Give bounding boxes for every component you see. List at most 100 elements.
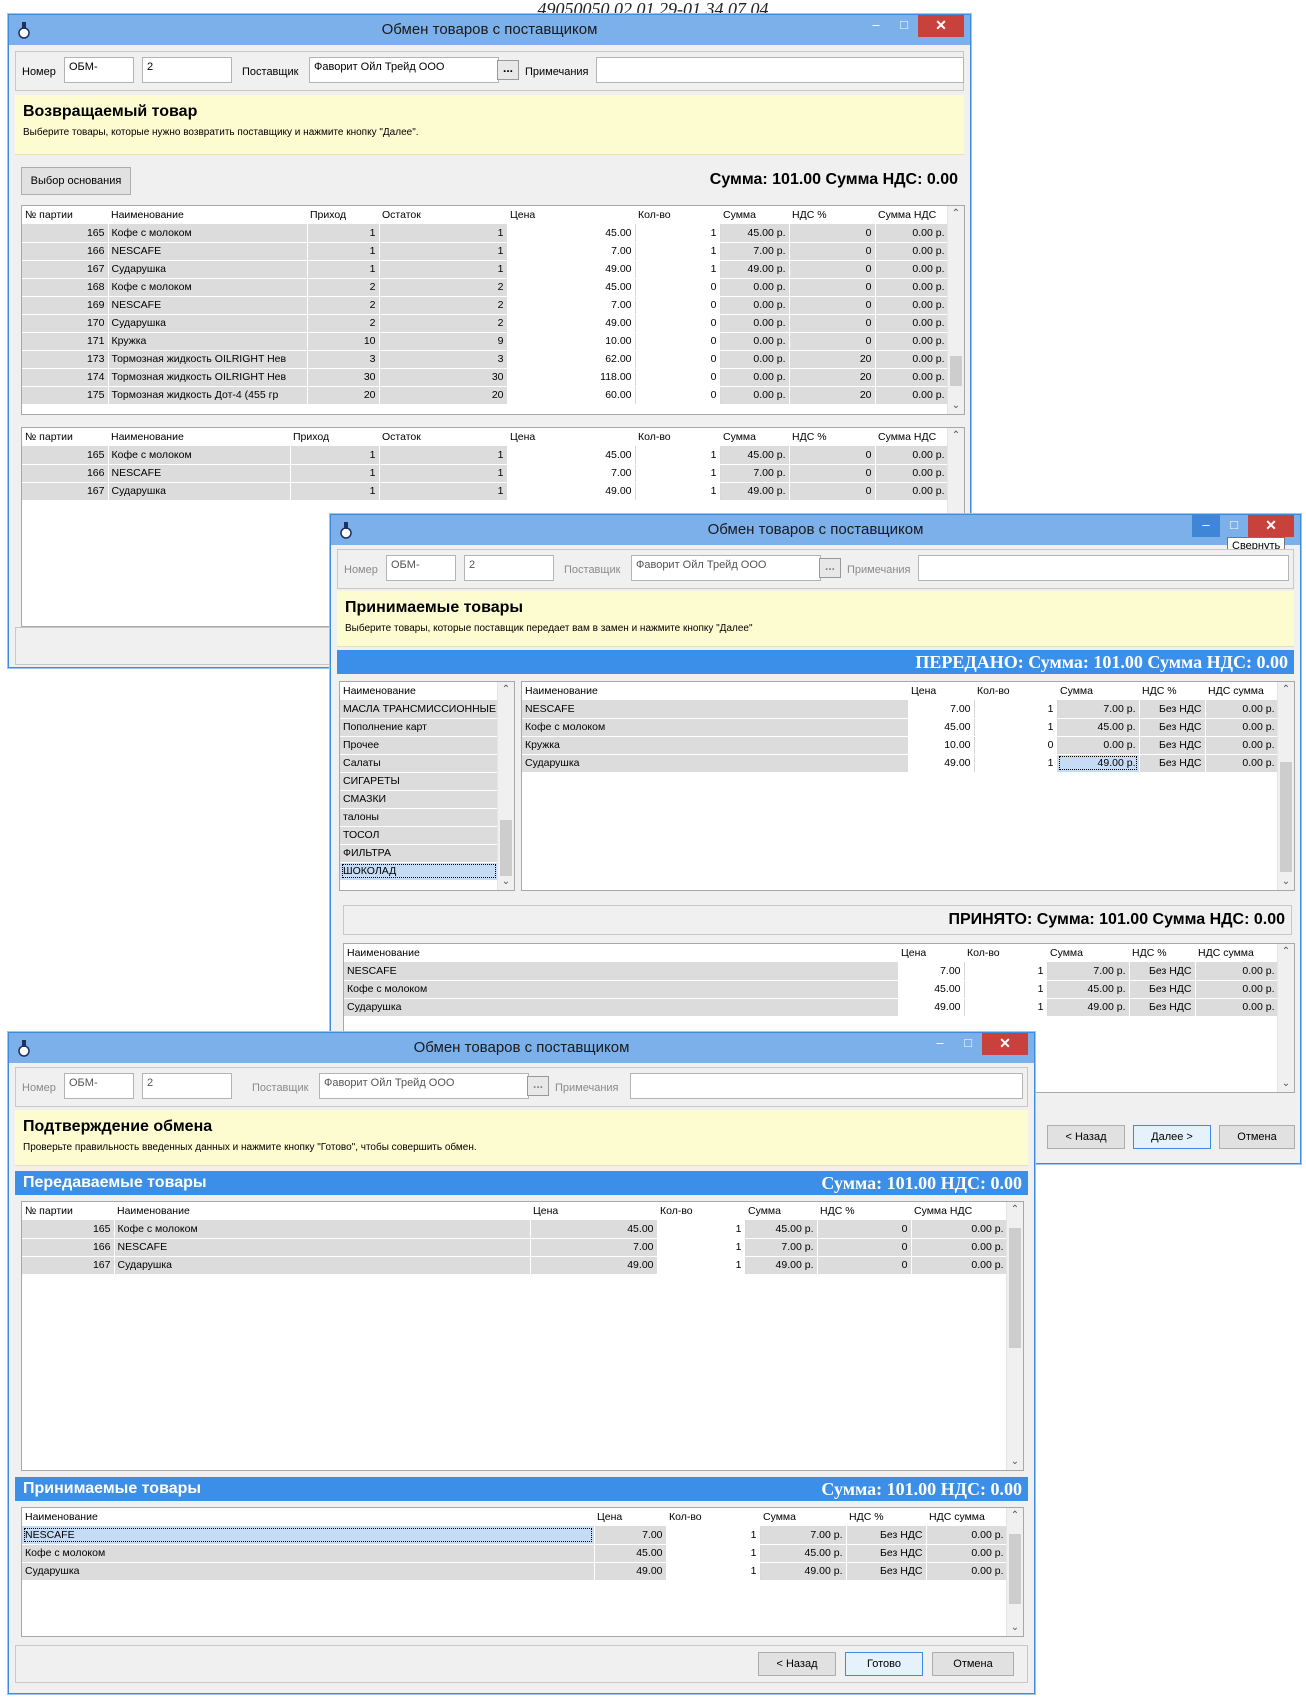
column-header[interactable]: Наименование [108,428,290,446]
table-cell[interactable]: 62.00 [507,350,636,369]
table-cell[interactable]: Без НДС [1129,962,1196,981]
table-cell[interactable]: 1 [964,980,1048,999]
column-header[interactable]: Сумма [745,1202,817,1220]
table-cell[interactable]: Без НДС [1139,718,1206,737]
table-cell[interactable]: 0.00 р. [875,242,949,261]
table-row[interactable]: 165 Кофе с молоком 45.00 1 45.00 р. 0 0.00 р. [22,1220,1008,1239]
column-header[interactable]: Наименование [344,944,898,962]
scroll-thumb[interactable] [1009,1534,1021,1604]
table-cell[interactable]: 7.00 [507,464,636,483]
table-cell[interactable]: Кофе с молоком [108,278,308,297]
table-row[interactable]: 175 Тормозная жидкость Дот-4 (455 гр 20 20 6… [22,386,949,405]
table-cell[interactable]: 49.00 [908,754,975,773]
table-cell[interactable]: 0 [789,446,876,465]
table-cell[interactable]: 0.00 р. [911,1238,1008,1257]
table-cell[interactable]: 0.00 р. [1205,736,1279,755]
table-row[interactable]: 165 Кофе с молоком 1 1 45.00 1 45.00 р. 0 0.00 р… [22,224,949,243]
category-item[interactable]: ШОКОЛАД [340,862,499,881]
table-cell[interactable]: 1 [635,482,721,501]
table-cell[interactable]: 0.00 р. [875,278,949,297]
column-header[interactable]: Наименование [22,1508,594,1526]
category-item[interactable]: МАСЛА ТРАНСМИССИОННЫЕ [340,700,499,719]
scroll-down-icon[interactable]: ⌄ [1007,1454,1023,1470]
table-cell[interactable]: 45.00 [507,278,636,297]
column-header[interactable]: Кол-во [964,944,1047,962]
table-cell[interactable]: NESCAFE [22,1526,595,1545]
table-cell[interactable]: 0.00 р. [875,350,949,369]
category-label[interactable]: Пополнение карт [340,718,499,737]
table-row[interactable]: 168 Кофе с молоком 2 2 45.00 0 0.00 р. 0 0.00 р. [22,278,949,297]
table-cell[interactable]: 165 [22,224,109,243]
table-cell[interactable]: Сударушка [108,260,308,279]
scroll-up-icon[interactable]: ⌃ [948,428,964,444]
table-cell[interactable]: NESCAFE [114,1238,531,1257]
table-cell[interactable]: Без НДС [1129,998,1196,1017]
cancel-button[interactable]: Отмена [932,1652,1014,1676]
table-cell[interactable]: 1 [635,224,721,243]
title-bar[interactable]: Обмен товаров с поставщиком – □ ✕ [9,1033,1034,1063]
table-cell[interactable]: 165 [22,1220,115,1239]
table-row[interactable]: 165 Кофе с молоком 1 1 45.00 1 45.00 р. 0 0.00 р… [22,446,949,465]
lots-table[interactable]: № партии Наименование Приход Остаток Цена Кол… [21,205,965,415]
table-row[interactable]: 171 Кружка 10 9 10.00 0 0.00 р. 0 0.00 р. [22,332,949,351]
table-cell[interactable]: 0.00 р. [911,1220,1008,1239]
table-cell[interactable]: 1 [657,1256,746,1275]
table-row[interactable]: Кружка 10.00 0 0.00 р. Без НДС 0.00 р. [522,736,1279,755]
number-field[interactable]: 2 [464,555,554,581]
table-cell[interactable]: 0 [789,464,876,483]
table-cell[interactable]: 7.00 р. [760,1526,847,1545]
table-cell[interactable]: 166 [22,464,109,483]
table-cell[interactable]: 49.00 [594,1562,667,1581]
scroll-thumb[interactable] [1009,1228,1021,1348]
table-cell[interactable]: 0.00 р. [875,482,949,501]
column-header[interactable]: Сумма [720,206,789,224]
number-field[interactable]: 2 [142,1073,232,1099]
table-cell[interactable]: 1 [379,464,508,483]
column-header[interactable]: Цена [530,1202,657,1220]
table-cell[interactable]: 0.00 р. [1205,718,1279,737]
table-cell[interactable]: 1 [290,482,380,501]
table-cell[interactable]: 10 [307,332,380,351]
column-header[interactable]: НДС сумма [1205,682,1278,700]
table-cell[interactable]: 45.00 р. [745,1220,818,1239]
table-cell[interactable]: 7.00 [594,1526,667,1545]
table-cell[interactable]: 0.00 р. [720,314,790,333]
table-cell[interactable]: 1 [635,446,721,465]
table-row[interactable]: NESCAFE 7.00 1 7.00 р. Без НДС 0.00 р. [522,700,1279,719]
table-cell[interactable]: 49.00 [898,998,965,1017]
cancel-button[interactable]: Отмена [1219,1125,1295,1149]
column-header[interactable]: Сумма НДС [875,206,948,224]
table-cell[interactable]: 1 [657,1238,746,1257]
table-cell[interactable]: NESCAFE [522,700,909,719]
maximize-icon[interactable]: □ [1220,515,1248,537]
scroll-thumb[interactable] [950,356,962,386]
table-cell[interactable]: Сударушка [344,998,899,1017]
table-row[interactable]: 166 NESCAFE 7.00 1 7.00 р. 0 0.00 р. [22,1238,1008,1257]
table-cell[interactable]: 2 [307,278,380,297]
table-cell[interactable]: 0.00 р. [720,350,790,369]
table-cell[interactable]: 0 [635,368,721,387]
table-cell[interactable]: 1 [666,1562,761,1581]
table-cell[interactable]: Без НДС [1139,754,1206,773]
column-header[interactable]: Приход [307,206,379,224]
table-cell[interactable]: 1 [964,962,1048,981]
column-header[interactable]: Кол-во [635,428,720,446]
table-cell[interactable]: Кофе с молоком [344,980,899,999]
table-row[interactable]: Кофе с молоком 45.00 1 45.00 р. Без НДС 0.00 … [344,980,1279,999]
number-prefix-field[interactable]: ОБМ- [64,1073,134,1099]
category-list[interactable]: Наименование МАСЛА ТРАНСМИССИОННЫЕ Пополн… [339,681,515,891]
select-basis-button[interactable]: Выбор основания [21,167,131,195]
category-label[interactable]: талоны [340,808,499,827]
table-cell[interactable]: 3 [307,350,380,369]
category-label[interactable]: ШОКОЛАД [340,862,499,881]
table-cell[interactable]: 1 [666,1526,761,1545]
table-cell[interactable]: 7.00 р. [1057,700,1140,719]
table-cell[interactable]: 0 [789,278,876,297]
column-header[interactable]: Цена [507,206,635,224]
category-item[interactable]: СИГАРЕТЫ [340,772,499,791]
table-cell[interactable]: 45.00 р. [720,446,790,465]
table-cell[interactable]: 0.00 р. [1205,754,1279,773]
table-cell[interactable]: 20 [789,386,876,405]
number-prefix-field[interactable]: ОБМ- [64,57,134,83]
supplier-browse-button[interactable]: ... [819,558,841,578]
